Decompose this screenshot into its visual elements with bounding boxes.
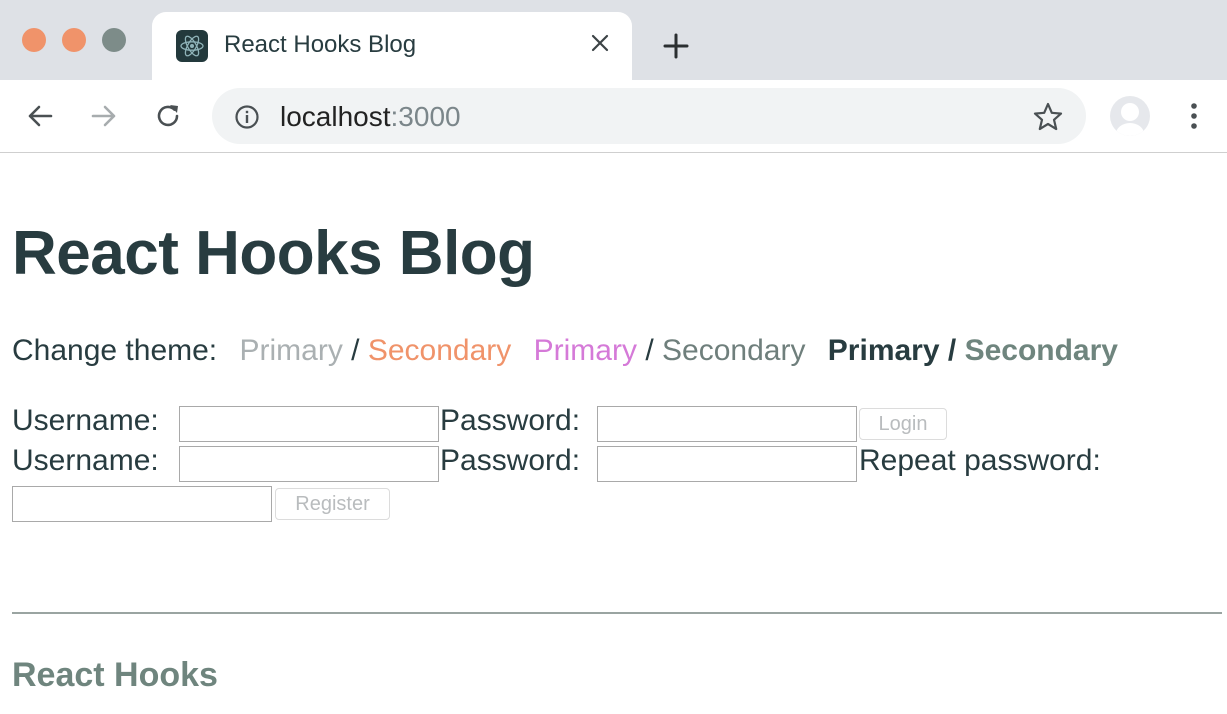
plus-icon[interactable] — [660, 30, 692, 62]
login-password-input[interactable] — [597, 406, 857, 442]
theme-option-3[interactable]: Primary / Secondary — [828, 334, 1118, 367]
register-password-input[interactable] — [597, 446, 857, 482]
avatar[interactable] — [1110, 96, 1150, 136]
theme-option-1-secondary: Secondary — [367, 334, 512, 367]
close-window-button[interactable] — [22, 28, 46, 52]
arrow-right-icon[interactable] — [86, 98, 122, 134]
login-username-label: Username: — [12, 404, 159, 437]
theme-option-2-secondary: Secondary — [662, 334, 806, 367]
info-icon[interactable] — [234, 104, 260, 130]
theme-switcher: Change theme: Primary / Secondary Primar… — [12, 334, 1118, 368]
tab-strip: React Hooks Blog — [0, 0, 1227, 82]
login-password-label: Password: — [440, 404, 581, 437]
minimize-window-button[interactable] — [62, 28, 86, 52]
theme-separator: / — [947, 334, 957, 367]
tab-title: React Hooks Blog — [224, 31, 417, 58]
divider — [12, 612, 1222, 614]
register-repeat-input[interactable] — [12, 486, 272, 522]
register-password-label: Password: — [440, 444, 581, 477]
theme-option-1-primary: Primary — [239, 334, 343, 367]
browser-toolbar: localhost:3000 — [0, 80, 1227, 153]
footer-title: React Hooks — [12, 656, 218, 694]
theme-option-1[interactable]: Primary / Secondary — [239, 334, 511, 367]
url-text: localhost:3000 — [280, 101, 461, 133]
address-bar[interactable]: localhost:3000 — [212, 88, 1086, 144]
theme-separator: / — [645, 334, 654, 367]
theme-label: Change theme: — [12, 334, 218, 367]
theme-option-3-primary: Primary — [827, 334, 940, 367]
theme-option-2[interactable]: Primary / Secondary — [534, 334, 806, 367]
reload-icon[interactable] — [150, 98, 186, 134]
register-button[interactable]: Register — [275, 488, 390, 520]
arrow-left-icon[interactable] — [22, 98, 58, 134]
url-host: localhost — [280, 101, 391, 132]
star-icon[interactable] — [1032, 101, 1064, 133]
register-username-label: Username: — [12, 444, 159, 477]
register-repeat-label: Repeat password: — [859, 444, 1101, 477]
maximize-window-button[interactable] — [102, 28, 126, 52]
login-row: Username: Password: Login — [12, 404, 1222, 444]
login-button[interactable]: Login — [859, 408, 947, 440]
register-row-2: Register — [12, 484, 1222, 524]
page-title: React Hooks Blog — [12, 219, 535, 288]
theme-separator: / — [351, 334, 360, 367]
kebab-menu-icon[interactable] — [1176, 98, 1212, 134]
register-row: Username: Password: Repeat password: — [12, 444, 1222, 484]
tab-react-hooks-blog[interactable]: React Hooks Blog — [152, 12, 632, 82]
close-icon[interactable] — [586, 29, 614, 57]
login-username-input[interactable] — [179, 406, 439, 442]
theme-option-3-secondary: Secondary — [964, 334, 1118, 367]
url-port: :3000 — [390, 101, 461, 132]
theme-option-2-primary: Primary — [533, 334, 637, 367]
register-username-input[interactable] — [179, 446, 439, 482]
react-logo-icon — [176, 30, 208, 62]
